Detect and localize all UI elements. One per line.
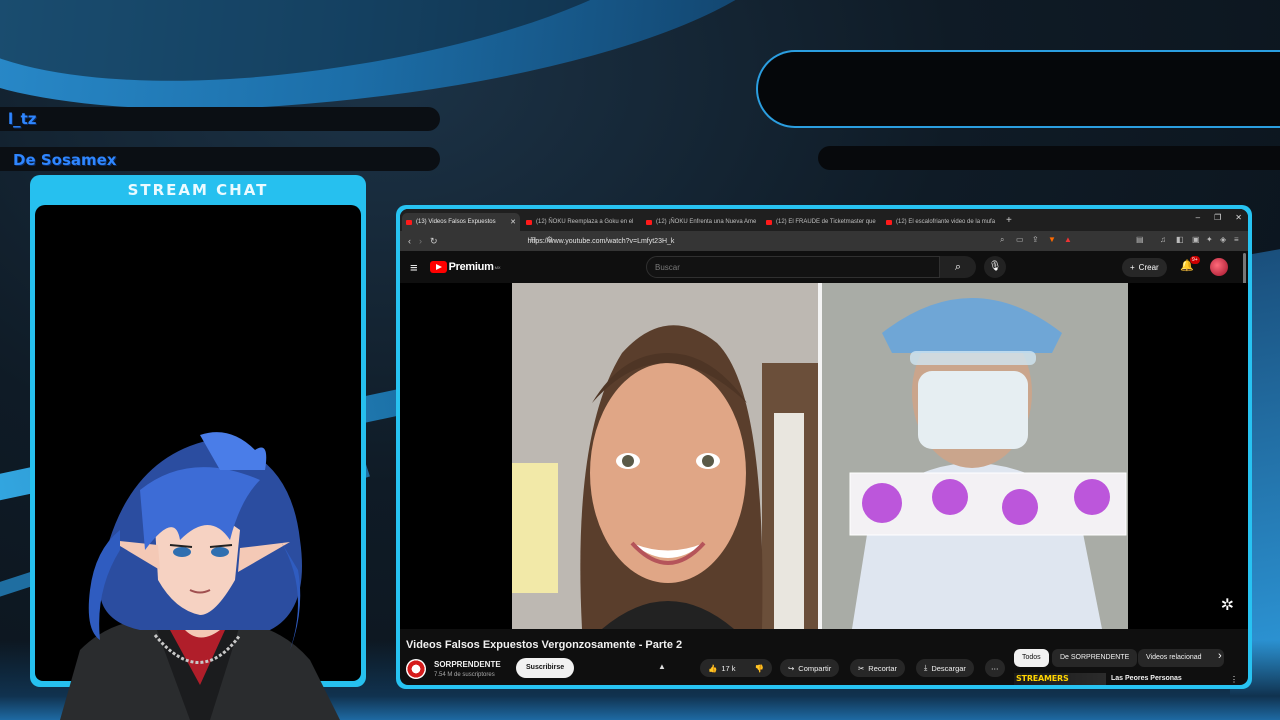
brave-shield-icon[interactable]: ▼ bbox=[1048, 235, 1056, 244]
thumbs-down-icon[interactable]: 👎 bbox=[755, 664, 764, 673]
download-button[interactable]: ⤓ Descargar bbox=[916, 659, 974, 677]
share-icon: ↪ bbox=[788, 663, 795, 673]
chip-all[interactable]: Todos bbox=[1014, 649, 1049, 667]
search-icon[interactable]: ⌕ bbox=[940, 256, 976, 278]
youtube-region: MX bbox=[494, 265, 501, 270]
clip-button[interactable]: ✂ Recortar bbox=[850, 659, 906, 677]
new-tab-icon[interactable]: + bbox=[1006, 215, 1012, 226]
video-frame-left bbox=[512, 283, 818, 629]
youtube-logo-text: Premium bbox=[448, 261, 494, 273]
bookmark-icon[interactable]: ⊓ bbox=[530, 235, 536, 244]
download-label: Descargar bbox=[931, 663, 966, 673]
tab[interactable]: (12) El escalofriante video de la mufa bbox=[882, 213, 1000, 231]
chevron-right-icon[interactable]: › bbox=[1218, 650, 1222, 662]
tab[interactable]: (12) El FRAUDE de Ticketmaster que bbox=[762, 213, 880, 231]
share-page-icon[interactable]: ⇪ bbox=[1032, 235, 1039, 244]
like-count[interactable]: 17 k bbox=[721, 664, 735, 673]
video-title: Videos Falsos Expuestos Vergonzosamente … bbox=[406, 639, 683, 651]
tab-label: (12) ¡ÑOKU Enfrenta una Nueva Ame bbox=[656, 219, 757, 225]
tab-close-icon[interactable]: ✕ bbox=[510, 218, 516, 226]
youtube-header: ≡ Premium MX Buscar ⌕ 🎙 + Crear 🔔 9+ bbox=[400, 251, 1248, 283]
share-button[interactable]: ↪ Compartir bbox=[780, 659, 840, 677]
address-bar: ‹ › ↻ ⊓ ⚙ https://www.youtube.com/watch?… bbox=[400, 231, 1248, 251]
tab[interactable]: (12) ¡ÑOKU Enfrenta una Nueva Ame bbox=[642, 213, 760, 231]
channel-subscribers: 7.54 M de suscriptores bbox=[434, 672, 495, 678]
zoom-icon[interactable]: ⌕ bbox=[1000, 235, 1004, 245]
subscribe-button[interactable]: Suscribirse bbox=[516, 658, 575, 678]
youtube-favicon-icon bbox=[526, 219, 532, 225]
stream-chat-title: STREAM CHAT bbox=[127, 181, 269, 199]
youtube-favicon-icon bbox=[886, 219, 892, 225]
music-icon[interactable]: ♫ bbox=[1160, 235, 1166, 244]
account-avatar[interactable] bbox=[1210, 258, 1228, 276]
tab-label: (13) Videos Falsos Expuestos bbox=[416, 219, 496, 225]
browser-window: (13) Videos Falsos Expuestos ✕ (12) ÑOKU… bbox=[400, 209, 1248, 685]
youtube-favicon-icon bbox=[406, 219, 412, 225]
related-video-title[interactable]: Las Peores Personas bbox=[1111, 675, 1182, 682]
right-info-bar bbox=[818, 146, 1280, 170]
browser-window-frame: (13) Videos Falsos Expuestos ✕ (12) ÑOKU… bbox=[396, 205, 1252, 689]
youtube-play-icon bbox=[429, 261, 447, 273]
minimize-icon[interactable]: – bbox=[1196, 213, 1200, 222]
chip-from-channel[interactable]: De SORPRENDENTE bbox=[1052, 649, 1138, 667]
channel-name[interactable]: SORPRENDENTE bbox=[434, 660, 501, 669]
streamer-label: De Sosamex bbox=[13, 151, 117, 169]
mouse-cursor-icon: ▲ bbox=[658, 662, 666, 671]
youtube-favicon-icon bbox=[766, 219, 772, 225]
maximize-icon[interactable]: ❐ bbox=[1214, 213, 1221, 222]
related-more-icon[interactable]: ⋮ bbox=[1230, 675, 1238, 684]
share-label: Compartir bbox=[798, 663, 832, 673]
reload-icon[interactable]: ↻ bbox=[430, 236, 438, 247]
thumbs-up-icon[interactable]: 👍 bbox=[708, 664, 717, 673]
tab-label: (12) El escalofriante video de la mufa bbox=[896, 219, 996, 225]
settings-overlay-icon[interactable]: ✲ bbox=[1221, 595, 1234, 615]
top-right-panel bbox=[758, 52, 1280, 126]
mic-icon[interactable]: 🎙 bbox=[984, 256, 1006, 278]
tab-bar: (13) Videos Falsos Expuestos ✕ (12) ÑOKU… bbox=[400, 209, 1248, 231]
extensions-icon[interactable]: ✦ bbox=[1206, 235, 1213, 244]
like-dislike-group: 👍 17 k 👎 bbox=[700, 659, 772, 677]
username-label: l_tz bbox=[8, 110, 37, 128]
scissors-icon: ✂ bbox=[858, 663, 865, 673]
cast-icon[interactable]: ▭ bbox=[1016, 235, 1024, 244]
video-frame-right bbox=[822, 283, 1128, 629]
sidebar-toggle-icon[interactable]: ▤ bbox=[1136, 235, 1144, 244]
arrow-left-icon[interactable]: ‹ bbox=[408, 236, 411, 246]
window-controls: – ❐ ✕ bbox=[1196, 213, 1242, 222]
notification-badge: 9+ bbox=[1190, 256, 1200, 264]
related-video-thumbnail[interactable]: STREAMERS EXPUESTOS bbox=[1014, 673, 1106, 685]
more-icon: ⋯ bbox=[991, 663, 999, 673]
chip-related[interactable]: Videos relacionad bbox=[1138, 649, 1224, 667]
download-icon: ⤓ bbox=[924, 663, 928, 672]
arrow-right-icon[interactable]: › bbox=[419, 236, 422, 246]
channel-avatar[interactable] bbox=[406, 659, 426, 679]
tab[interactable]: (12) ÑOKU Reemplaza a Goku en el bbox=[522, 213, 640, 231]
close-window-icon[interactable]: ✕ bbox=[1235, 213, 1242, 222]
tab-label: (12) El FRAUDE de Ticketmaster que bbox=[776, 219, 876, 225]
menu-icon[interactable]: ≡ bbox=[1234, 235, 1239, 244]
tab-active[interactable]: (13) Videos Falsos Expuestos ✕ bbox=[402, 213, 520, 231]
related-thumbnail-text: STREAMERS EXPUESTOS bbox=[1016, 674, 1069, 683]
tab-label: (12) ÑOKU Reemplaza a Goku en el bbox=[536, 219, 634, 225]
create-button[interactable]: + Crear bbox=[1122, 258, 1167, 277]
vtuber-avatar bbox=[60, 432, 340, 720]
search-placeholder: Buscar bbox=[655, 263, 680, 272]
more-actions-button[interactable]: ⋯ bbox=[985, 659, 1005, 677]
reader-icon[interactable]: ◧ bbox=[1176, 235, 1184, 244]
search-input[interactable]: Buscar bbox=[646, 256, 940, 278]
youtube-logo[interactable]: Premium MX bbox=[429, 261, 501, 273]
site-settings-icon[interactable]: ⚙ bbox=[546, 235, 553, 244]
plus-icon: + bbox=[1130, 263, 1135, 272]
vpn-icon[interactable]: ◈ bbox=[1220, 235, 1226, 244]
hamburger-menu-icon[interactable]: ≡ bbox=[410, 260, 418, 275]
video-player[interactable]: ✲ bbox=[400, 283, 1248, 629]
clip-label: Recortar bbox=[868, 663, 898, 673]
create-label: Crear bbox=[1138, 263, 1159, 272]
rewards-icon[interactable]: ▲ bbox=[1064, 235, 1072, 244]
wallet-icon[interactable]: ▣ bbox=[1192, 235, 1200, 244]
youtube-favicon-icon bbox=[646, 219, 652, 225]
username-bar bbox=[0, 107, 440, 131]
